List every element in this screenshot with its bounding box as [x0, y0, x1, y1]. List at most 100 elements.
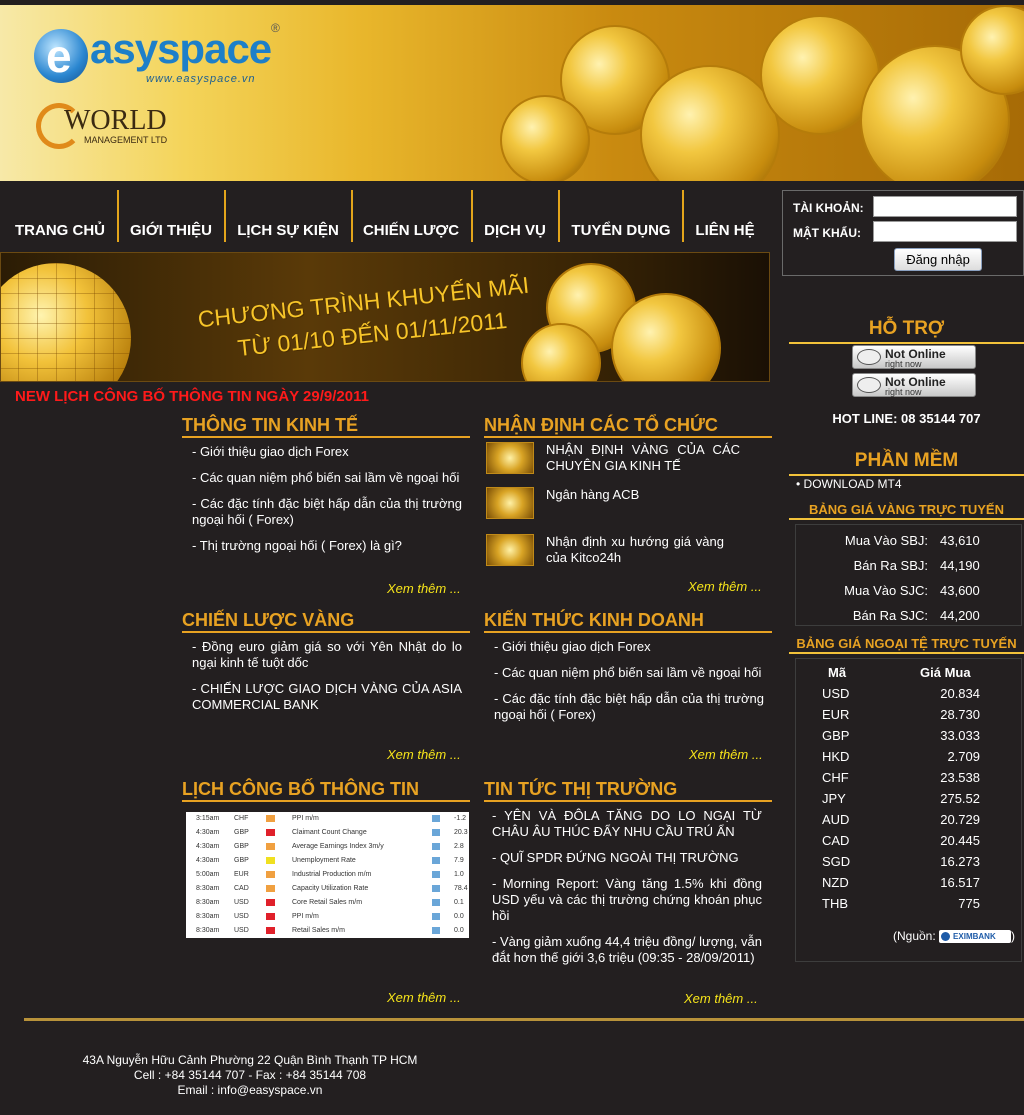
- yahoo-status-button[interactable]: Not Online right now: [852, 345, 976, 369]
- fx-header-code: Mã: [828, 665, 847, 680]
- table-row: 8:30am CAD Capacity Utilization Rate 78.4: [196, 885, 468, 892]
- nav-item-about[interactable]: GIỚI THIỆU: [122, 190, 220, 242]
- organizations-more-link[interactable]: Xem thêm ...: [688, 579, 762, 594]
- list-item[interactable]: - Các đặc tính đặc biệt hấp dẫn của thị …: [494, 691, 764, 723]
- announcement-link[interactable]: NEW LỊCH CÔNG BỐ THÔNG TIN NGÀY 29/9/201…: [15, 388, 369, 405]
- chart-icon: [432, 857, 440, 864]
- yahoo-messenger-icon: [857, 377, 881, 393]
- nav-divider: [224, 190, 226, 242]
- account-input[interactable]: [873, 196, 1017, 217]
- fx-price-table: Mã Giá Mua USD 20.834 EUR 28.730 GBP 33.033…: [795, 658, 1022, 962]
- table-row: 3:15am CHF PPI m/m -1.2: [196, 815, 467, 822]
- gold-strategy-more-link[interactable]: Xem thêm ...: [387, 747, 461, 762]
- section-business-knowledge: KIẾN THỨC KINH DOANH - Giới thiệu giao d…: [484, 609, 772, 733]
- promo-banner[interactable]: CHƯƠNG TRÌNH KHUYẾN MÃI TỪ 01/10 ĐẾN 01/…: [0, 252, 770, 382]
- nav-divider: [117, 190, 119, 242]
- list-item[interactable]: - Các quan niệm phổ biến sai lầm về ngoạ…: [192, 470, 462, 486]
- impact-flag-icon: [266, 871, 275, 878]
- site-header: e asyspace www.easyspace.vn ® WORLD MANA…: [0, 0, 1024, 181]
- table-row: 8:30am USD PPI m/m 0.0: [196, 913, 464, 920]
- login-form: TÀI KHOẢN: MẬT KHẨU: Đăng nhập: [782, 190, 1024, 276]
- logo-e-icon: e: [34, 29, 88, 83]
- economic-calendar-table[interactable]: 3:15am CHF PPI m/m -1.2 4:30am GBP Claimant C…: [186, 812, 469, 938]
- list-item[interactable]: - Các quan niệm phổ biến sai lầm về ngoạ…: [494, 665, 764, 681]
- eximbank-logo-icon[interactable]: EXIMBANK: [939, 930, 1012, 944]
- hotline: HOT LINE: 08 35144 707: [832, 411, 981, 426]
- section-title: CHIẾN LƯỢC VÀNG: [182, 609, 470, 633]
- business-more-link[interactable]: Xem thêm ...: [689, 747, 763, 762]
- chart-icon: [432, 815, 440, 822]
- nav-item-events[interactable]: LỊCH SỰ KIỆN: [228, 190, 348, 242]
- download-mt4-link[interactable]: • DOWNLOAD MT4: [796, 477, 902, 491]
- globe-icon: [1, 263, 131, 381]
- calendar-more-link[interactable]: Xem thêm ...: [387, 990, 461, 1005]
- nav-divider: [682, 190, 684, 242]
- list-item[interactable]: - Giới thiệu giao dịch Forex: [494, 639, 764, 655]
- gold-coin-thumbnail[interactable]: [486, 487, 534, 519]
- easyspace-logo[interactable]: e asyspace www.easyspace.vn ®: [28, 19, 288, 91]
- main-nav: TRANG CHỦ GIỚI THIỆU LỊCH SỰ KIỆN CHIẾN …: [0, 190, 775, 242]
- nav-item-services[interactable]: DỊCH VỤ: [475, 190, 555, 242]
- nav-item-home[interactable]: TRANG CHỦ: [6, 190, 114, 242]
- table-row: 5:00am EUR Industrial Production m/m 1.0: [196, 871, 464, 878]
- footer: 43A Nguyễn Hữu Cảnh Phường 22 Quận Bình …: [60, 1053, 440, 1098]
- table-row: 4:30am GBP Claimant Count Change 20.3: [196, 829, 468, 836]
- market-news-more-link[interactable]: Xem thêm ...: [684, 991, 758, 1006]
- password-label: MẬT KHẨU:: [793, 226, 861, 240]
- login-button[interactable]: Đăng nhập: [894, 248, 982, 271]
- impact-flag-icon: [266, 829, 275, 836]
- list-item[interactable]: - Morning Report: Vàng tăng 1.5% khi đồn…: [492, 876, 762, 924]
- world-management-logo: WORLD MANAGEMENT LTD: [36, 101, 196, 157]
- chart-icon: [432, 899, 440, 906]
- section-market-news: TIN TỨC THỊ TRƯỜNG - YÊN VÀ ĐÔLA TĂNG DO…: [484, 778, 772, 976]
- table-row: 8:30am USD Core Retail Sales m/m 0.1: [196, 899, 464, 906]
- nav-item-strategy[interactable]: CHIẾN LƯỢC: [355, 190, 467, 242]
- section-title: THÔNG TIN KINH TẾ: [182, 414, 470, 438]
- list-item[interactable]: - CHIẾN LƯỢC GIAO DỊCH VÀNG CỦA ASIA COM…: [192, 681, 462, 713]
- list-item[interactable]: - Thị trường ngoại hối ( Forex) là gì?: [192, 538, 462, 554]
- section-title: LỊCH CÔNG BỐ THÔNG TIN: [182, 778, 470, 802]
- section-gold-strategy: CHIẾN LƯỢC VÀNG - Đồng euro giảm giá so …: [182, 609, 470, 723]
- table-row: 8:30am USD Retail Sales m/m 0.0: [196, 927, 464, 934]
- chart-icon: [432, 871, 440, 878]
- list-item[interactable]: - Vàng giảm xuống 44,4 triệu đồng/ lượng…: [492, 934, 762, 966]
- footer-phone: Cell : +84 35144 707 - Fax : +84 35144 7…: [133, 1068, 367, 1082]
- fx-price-title: BẢNG GIÁ NGOẠI TỆ TRỰC TUYẾN: [789, 636, 1024, 654]
- gold-coin-thumbnail[interactable]: [486, 534, 534, 566]
- impact-flag-icon: [266, 843, 275, 850]
- table-row: 4:30am GBP Average Earnings Index 3m/y 2.8: [196, 843, 464, 850]
- table-row: 4:30am GBP Unemployment Rate 7.9: [196, 857, 464, 864]
- fx-source: (Nguồn: EXIMBANK): [893, 929, 1016, 944]
- nav-item-contact[interactable]: LIÊN HỆ: [686, 190, 764, 242]
- footer-email[interactable]: Email : info@easyspace.vn: [60, 1083, 440, 1098]
- list-item[interactable]: Ngân hàng ACB: [546, 487, 740, 503]
- chart-icon: [432, 829, 440, 836]
- yahoo-messenger-icon: [857, 349, 881, 365]
- footer-divider: [24, 1018, 1024, 1021]
- impact-flag-icon: [266, 927, 275, 934]
- password-input[interactable]: [873, 221, 1017, 242]
- chart-icon: [432, 913, 440, 920]
- impact-flag-icon: [266, 899, 275, 906]
- chart-icon: [432, 843, 440, 850]
- software-title: PHẦN MỀM: [789, 450, 1024, 476]
- gold-coin-thumbnail[interactable]: [486, 442, 534, 474]
- fx-header-price: Giá Mua: [920, 665, 971, 680]
- section-economic-info: THÔNG TIN KINH TẾ - Giới thiệu giao dịch…: [182, 414, 470, 564]
- yahoo-status-button[interactable]: Not Online right now: [852, 373, 976, 397]
- list-item[interactable]: NHẬN ĐỊNH VÀNG CỦA CÁC CHUYÊN GIA KINH T…: [546, 442, 740, 474]
- chart-icon: [432, 927, 440, 934]
- nav-divider: [558, 190, 560, 242]
- section-title: KIẾN THỨC KINH DOANH: [484, 609, 772, 633]
- list-item[interactable]: - QUĨ SPDR ĐỨNG NGOÀI THỊ TRƯỜNG: [492, 850, 762, 866]
- list-item[interactable]: - Giới thiệu giao dịch Forex: [192, 444, 462, 460]
- economic-more-link[interactable]: Xem thêm ...: [387, 581, 461, 596]
- nav-item-careers[interactable]: TUYỂN DỤNG: [562, 190, 680, 242]
- footer-address: 43A Nguyễn Hữu Cảnh Phường 22 Quận Bình …: [82, 1053, 418, 1067]
- nav-divider: [471, 190, 473, 242]
- list-item[interactable]: - Đồng euro giảm giá so với Yên Nhật do …: [192, 639, 462, 671]
- gold-price-table: Mua Vào SBJ: 43,610 Bán Ra SBJ: 44,190 Mua…: [795, 524, 1022, 626]
- list-item[interactable]: - YÊN VÀ ĐÔLA TĂNG DO LO NGẠI TỪ CHÂU ÂU…: [492, 808, 762, 840]
- list-item[interactable]: - Các đặc tính đặc biệt hấp dẫn của thị …: [192, 496, 462, 528]
- list-item[interactable]: Nhận định xu hướng giá vàng của Kitco24h: [546, 534, 724, 566]
